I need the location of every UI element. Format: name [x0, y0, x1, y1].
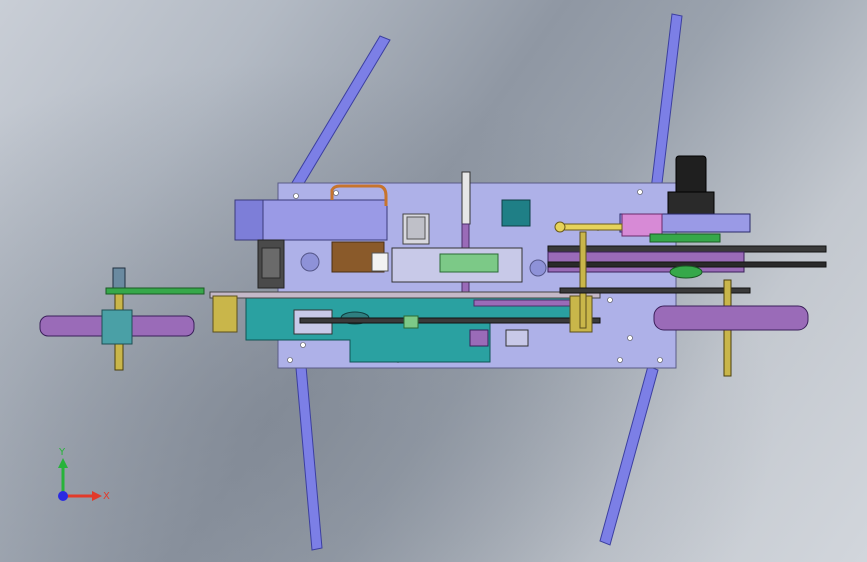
triad-z-axis	[58, 491, 68, 501]
coordinate-triad: Y X	[58, 447, 110, 502]
triad-y-label: Y	[58, 447, 66, 458]
triad-x-arrow	[92, 491, 102, 501]
triad-y-arrow	[58, 458, 68, 468]
cad-viewport[interactable]: Y X	[0, 0, 867, 562]
triad-x-label: X	[103, 491, 110, 502]
